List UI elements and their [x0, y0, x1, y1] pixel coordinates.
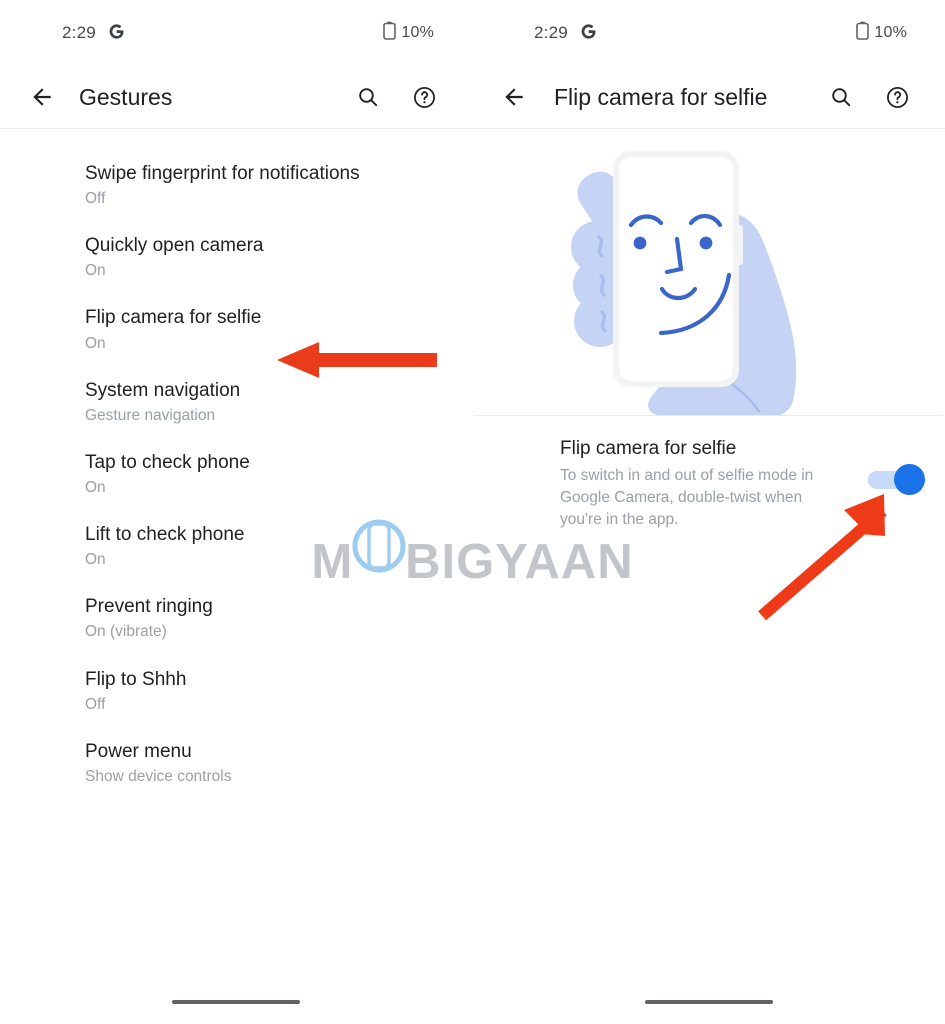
battery-percentage: 10%: [874, 24, 907, 41]
setting-value: Gesture navigation: [85, 406, 216, 424]
toggle-knob: [894, 464, 925, 495]
status-bar-right-cluster: 10%: [383, 21, 434, 45]
setting-value: Off: [85, 695, 106, 713]
search-icon[interactable]: [821, 77, 861, 117]
status-time: 2:29: [534, 23, 568, 42]
right-status-bar: 2:29 10%: [472, 0, 945, 66]
left-phone-panel: 2:29 10% Gestures Swipe fingerprint for …: [0, 0, 472, 1024]
setting-row-prevent-ringing[interactable]: Prevent ringing On (vibrate): [0, 582, 472, 654]
right-app-bar: Flip camera for selfie: [472, 66, 945, 128]
setting-row-system-navigation[interactable]: System navigation Gesture navigation: [0, 366, 472, 438]
battery-icon: [383, 21, 397, 45]
status-bar-right-cluster: 10%: [856, 21, 907, 45]
status-time: 2:29: [62, 23, 96, 42]
flip-camera-setting-block: Flip camera for selfie To switch in and …: [472, 416, 945, 551]
back-arrow-icon[interactable]: [494, 77, 534, 117]
right-gesture-nav-area: [472, 1000, 945, 1004]
setting-row-flip-camera-for-selfie[interactable]: Flip camera for selfie On: [0, 293, 472, 365]
setting-title: Quickly open camera: [85, 235, 264, 257]
setting-text-group: Flip camera for selfie To switch in and …: [560, 438, 868, 531]
setting-description: To switch in and out of selfie mode in G…: [560, 467, 814, 528]
setting-value: On (vibrate): [85, 623, 167, 641]
setting-title: Flip camera for selfie: [85, 307, 262, 329]
setting-title: Prevent ringing: [85, 596, 213, 618]
setting-row-swipe-fingerprint[interactable]: Swipe fingerprint for notifications Off: [0, 149, 472, 221]
setting-row-flip-to-shhh[interactable]: Flip to Shhh Off: [0, 655, 472, 727]
google-g-logo-icon: [579, 22, 598, 44]
setting-row-tap-to-check-phone[interactable]: Tap to check phone On: [0, 438, 472, 510]
flip-camera-toggle-switch[interactable]: [868, 464, 925, 496]
gesture-nav-pill[interactable]: [172, 1000, 300, 1004]
left-app-bar-actions: [348, 77, 444, 117]
setting-row-lift-to-check-phone[interactable]: Lift to check phone On: [0, 510, 472, 582]
right-phone-panel: 2:29 10% Flip camera for selfie Flip cam…: [472, 0, 945, 1024]
setting-value: Show device controls: [85, 767, 232, 785]
setting-row-power-menu[interactable]: Power menu Show device controls: [0, 727, 472, 799]
setting-value: Off: [85, 190, 106, 208]
setting-title: Lift to check phone: [85, 524, 245, 546]
status-bar-left-cluster: 2:29: [62, 22, 126, 44]
setting-title: Power menu: [85, 740, 192, 762]
gestures-settings-list: Swipe fingerprint for notifications Off …: [0, 129, 472, 799]
left-gesture-nav-area: [0, 1000, 472, 1004]
help-circle-icon[interactable]: [404, 77, 444, 117]
setting-title: Swipe fingerprint for notifications: [85, 163, 360, 184]
battery-percentage: 10%: [401, 24, 434, 41]
back-arrow-icon[interactable]: [22, 77, 62, 117]
hand-holding-phone-illustration: [472, 129, 945, 415]
search-icon[interactable]: [348, 77, 388, 117]
setting-title: Flip camera for selfie: [560, 438, 737, 459]
status-bar-left-cluster: 2:29: [534, 22, 598, 44]
screenshot-root: 2:29 10% Gestures Swipe fingerprint for …: [0, 0, 945, 1024]
setting-value: On: [85, 478, 106, 496]
setting-title: Tap to check phone: [85, 451, 250, 473]
right-app-bar-actions: [821, 77, 917, 117]
setting-title: System navigation: [85, 379, 241, 401]
help-circle-icon[interactable]: [877, 77, 917, 117]
page-title: Gestures: [79, 83, 173, 110]
left-status-bar: 2:29 10%: [0, 0, 472, 66]
left-app-bar: Gestures: [0, 66, 472, 128]
setting-value: On: [85, 551, 106, 569]
setting-title: Flip to Shhh: [85, 668, 187, 690]
setting-row-quickly-open-camera[interactable]: Quickly open camera On: [0, 221, 472, 293]
google-g-logo-icon: [107, 22, 126, 44]
gesture-nav-pill[interactable]: [644, 1000, 773, 1004]
setting-value: On: [85, 334, 106, 352]
setting-value: On: [85, 262, 106, 280]
page-title: Flip camera for selfie: [554, 83, 768, 110]
battery-icon: [856, 21, 870, 45]
